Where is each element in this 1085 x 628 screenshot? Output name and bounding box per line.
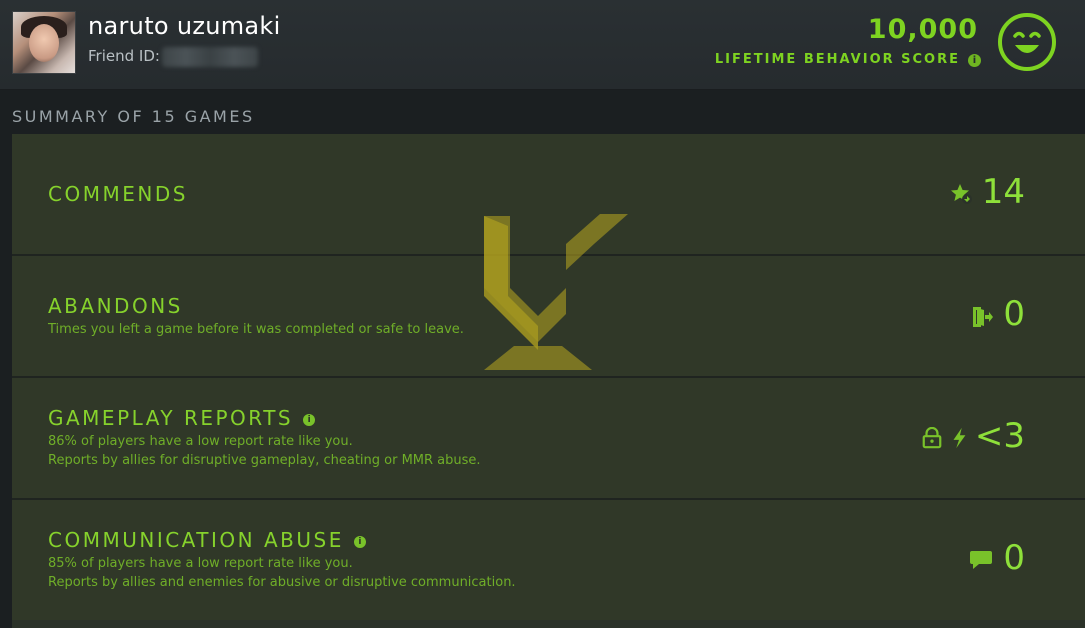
behavior-score-value: 10,000 xyxy=(867,14,978,45)
username: naruto uzumaki xyxy=(88,12,281,40)
behavior-score-label: LIFETIME BEHAVIOR SCORE xyxy=(714,52,960,67)
chat-bubble-icon xyxy=(970,551,992,569)
lock-icon xyxy=(922,427,942,449)
friend-id-value-redacted xyxy=(162,47,258,67)
star-commend-icon xyxy=(951,184,972,204)
smiley-face-icon xyxy=(998,13,1056,71)
row-subtitle: 85% of players have a low report rate li… xyxy=(48,556,353,571)
emblem-logo xyxy=(484,214,628,370)
lightning-icon xyxy=(953,427,966,449)
profile-header: naruto uzumaki Friend ID: 10,000 LIFETIM… xyxy=(0,0,1085,90)
row-title: COMMENDS xyxy=(48,182,188,206)
friend-id-label: Friend ID: xyxy=(88,47,160,65)
gameplay-reports-title: GAMEPLAY REPORTS xyxy=(48,406,294,430)
row-title: COMMUNICATION ABUSE i xyxy=(48,528,366,552)
communication-abuse-title: COMMUNICATION ABUSE xyxy=(48,528,344,552)
row-subtitle: Reports by allies and enemies for abusiv… xyxy=(48,575,516,590)
row-title: GAMEPLAY REPORTS i xyxy=(48,406,316,430)
commends-value: 14 xyxy=(981,172,1025,212)
row-subtitle: Times you left a game before it was comp… xyxy=(48,322,464,337)
gameplay-reports-row: GAMEPLAY REPORTS i 86% of players have a … xyxy=(12,378,1085,500)
communication-abuse-row: COMMUNICATION ABUSE i 85% of players have… xyxy=(12,500,1085,620)
info-icon[interactable]: i xyxy=(303,413,316,426)
communication-abuse-value: 0 xyxy=(1003,538,1025,578)
row-title: ABANDONS xyxy=(48,294,183,318)
row-subtitle: 86% of players have a low report rate li… xyxy=(48,434,353,449)
exit-door-icon xyxy=(973,307,993,327)
summary-title: SUMMARY OF 15 GAMES xyxy=(12,107,255,126)
avatar[interactable] xyxy=(12,11,76,74)
info-icon[interactable]: i xyxy=(968,54,981,67)
info-icon[interactable]: i xyxy=(353,535,366,548)
gameplay-reports-value: <3 xyxy=(974,416,1025,456)
row-subtitle: Reports by allies for disruptive gamepla… xyxy=(48,453,481,468)
abandons-value: 0 xyxy=(1003,294,1025,334)
